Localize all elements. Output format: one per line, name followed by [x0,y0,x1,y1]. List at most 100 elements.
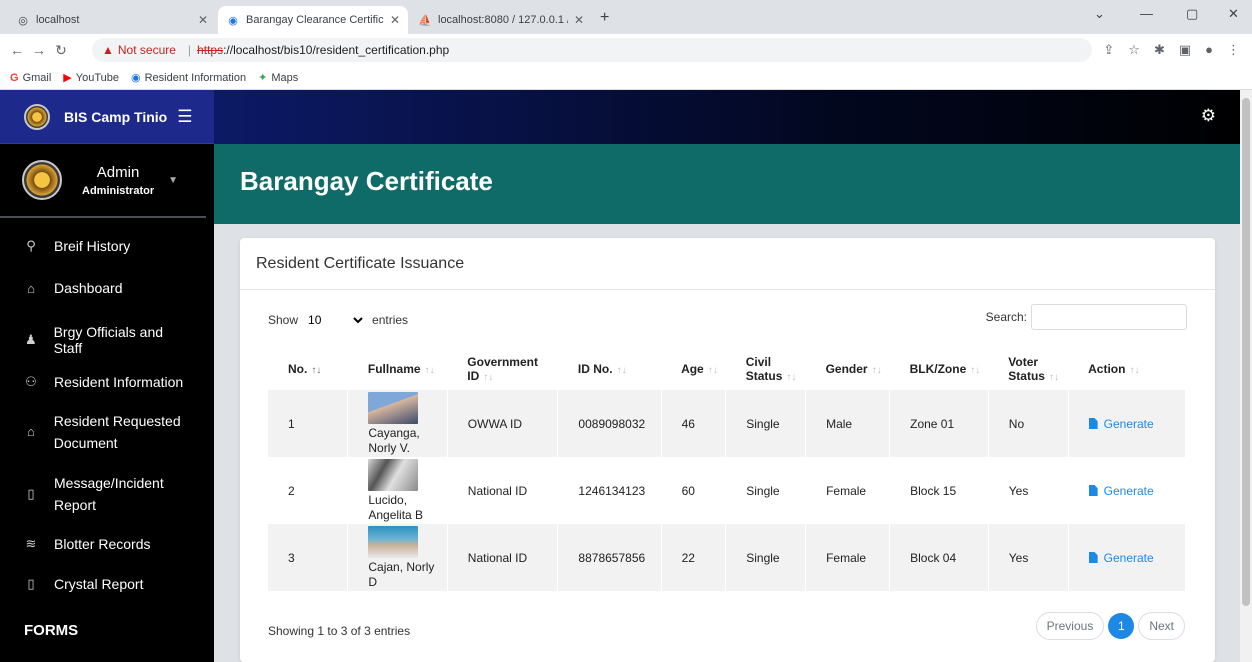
scrollbar-thumb[interactable] [1242,98,1250,606]
cell-fullname: Cajan, Norly D [347,524,448,591]
sidepanel-icon[interactable]: ▣ [1179,42,1191,58]
sidebar-item-crystal-report[interactable]: ▯ Crystal Report [0,564,214,604]
column-header-age[interactable]: Age ↑↓ [661,348,726,390]
forward-icon[interactable]: → [28,42,50,58]
cell-id-no: 1246134123 [557,457,662,524]
brand-name[interactable]: BIS Camp Tinio [64,109,167,125]
bookmark-gmail[interactable]: G Gmail [10,72,51,84]
reload-icon[interactable]: ↻ [50,42,72,59]
search-input[interactable] [1031,304,1187,330]
home-icon: ⌂ [26,424,35,439]
cell-zone: Block 04 [889,524,989,591]
column-header-government-id[interactable]: Government ID ↑↓ [447,348,558,390]
column-header-action[interactable]: Action ↑↓ [1068,348,1185,390]
column-header-fullname[interactable]: Fullname ↑↓ [348,348,447,390]
chevron-down-icon[interactable]: ⌄ [1094,6,1105,22]
user-name: Admin [96,163,140,181]
table-info: Showing 1 to 3 of 3 entries [268,624,411,638]
file-icon [1088,552,1098,563]
sidebar-item-brgy-officials[interactable]: ♟ Brgy Officials and Staff [0,316,214,364]
column-header-blk-zone[interactable]: BLK/Zone ↑↓ [890,348,989,390]
gmail-icon: G [10,71,19,84]
sidebar-item-label: Breif History [54,238,131,254]
avatar [22,160,62,200]
url-field[interactable]: ▲ Not secure | https ://localhost/bis10/… [92,38,1092,62]
not-secure-label: Not secure [117,43,176,57]
profile-icon[interactable]: ● [1205,42,1213,58]
back-icon[interactable]: ← [6,42,28,58]
close-icon[interactable]: ✕ [198,13,208,27]
sort-icon: ↑↓ [707,365,718,376]
card-title: Resident Certificate Issuance [240,238,1215,290]
resident-photo [368,525,419,558]
cell-id-no: 0089098032 [557,390,662,457]
bookmark-label: YouTube [75,71,119,84]
close-icon[interactable]: ✕ [574,13,584,27]
app: BIS Camp Tinio ☰ Admin Administrator ▼ ⚲… [0,90,1252,662]
caret-down-icon[interactable]: ▼ [168,175,178,186]
cell-gov-id: National ID [447,457,559,524]
globe-icon: ◎ [18,14,28,27]
column-header-no[interactable]: No. ↑↓ [268,348,348,390]
certificate-card: Resident Certificate Issuance Show 10 en… [240,238,1215,662]
page-1-button[interactable]: 1 [1108,613,1135,639]
sidebar-item-breif-history[interactable]: ⚲ Breif History [0,226,214,266]
previous-page-button[interactable]: Previous [1035,612,1105,640]
maximize-icon[interactable]: ▢ [1186,6,1198,22]
sort-icon: ↑↓ [786,372,797,383]
cell-gender: Female [805,457,891,524]
share-icon[interactable]: ⇪ [1103,42,1114,58]
url-path: ://localhost/bis10/resident_certificatio… [223,43,450,57]
bookmark-maps[interactable]: ✦ Maps [258,71,299,85]
new-tab-button[interactable]: + [600,9,609,27]
sidebar-item-resident-requested-document[interactable]: ⌂ Resident Requested Document [0,400,214,464]
entries-select[interactable]: 10 [304,309,367,331]
column-header-voter-status[interactable]: Voter Status ↑↓ [988,348,1068,390]
generate-button[interactable]: Generate [1088,484,1177,498]
column-label: Government ID [467,355,538,383]
user-panel[interactable]: Admin Administrator ▼ [0,144,206,218]
cell-age: 60 [661,457,727,524]
phpmyadmin-icon: ⛵ [418,14,432,27]
user-info: Admin Administrator [82,164,154,197]
sidebar-section-forms: FORMS [24,622,79,639]
browser-tab-phpmyadmin[interactable]: ⛵ localhost:8080 / 127.0.0.1 / web ✕ [410,6,592,34]
kebab-menu-icon[interactable]: ⋮ [1227,42,1240,58]
sidebar-item-label: Brgy Officials and Staff [53,324,164,356]
column-header-gender[interactable]: Gender ↑↓ [806,348,890,390]
sidebar-item-message-incident-report[interactable]: ▯ Message/Incident Report [0,464,214,524]
browser-tab-localhost[interactable]: ◎ localhost ✕ [8,6,216,34]
browser-tab-certificate[interactable]: ◉ Barangay Clearance Certificate Is ✕ [218,6,408,34]
extensions-icon[interactable]: ✱ [1154,42,1165,58]
residents-table: No. ↑↓ Fullname ↑↓ Government ID ↑↓ ID No. ↑… [268,348,1187,591]
close-icon[interactable]: ✕ [390,13,400,27]
cell-no: 2 [268,457,349,524]
column-label: No. [288,362,308,376]
url-scheme: https [197,43,224,57]
sidebar-item-blotter-records[interactable]: ≋ Blotter Records [0,524,214,564]
sidebar-item-dashboard[interactable]: ⌂ Dashboard [0,266,214,310]
page-header: Barangay Certificate [214,144,1240,224]
sort-icon: ↑↓ [311,365,322,376]
window-close-icon[interactable]: ✕ [1228,6,1239,22]
next-page-button[interactable]: Next [1138,612,1185,640]
column-header-id-no[interactable]: ID No. ↑↓ [558,348,661,390]
star-icon[interactable]: ☆ [1128,42,1140,58]
cell-age: 46 [661,390,727,457]
bookmark-resident-information[interactable]: ◉ Resident Information [131,71,246,85]
cell-no: 1 [268,390,349,457]
minimize-icon[interactable]: — [1140,6,1153,21]
column-header-civil-status[interactable]: Civil Status ↑↓ [726,348,806,390]
file-icon [1088,418,1098,429]
bookmark-label: Maps [271,71,299,84]
generate-button[interactable]: Generate [1088,417,1177,431]
cell-civil-status: Single [725,524,807,591]
generate-button[interactable]: Generate [1088,551,1177,565]
maps-icon: ✦ [258,72,268,84]
sidebar-item-resident-information[interactable]: ⚇ Resident Information [0,364,214,400]
gear-icon[interactable]: ⚙ [1201,106,1216,126]
hamburger-menu-icon[interactable]: ☰ [177,107,192,127]
sort-icon: ↑↓ [616,365,627,376]
page-scrollbar[interactable] [1240,90,1252,662]
bookmark-youtube[interactable]: ▶ YouTube [63,71,119,85]
